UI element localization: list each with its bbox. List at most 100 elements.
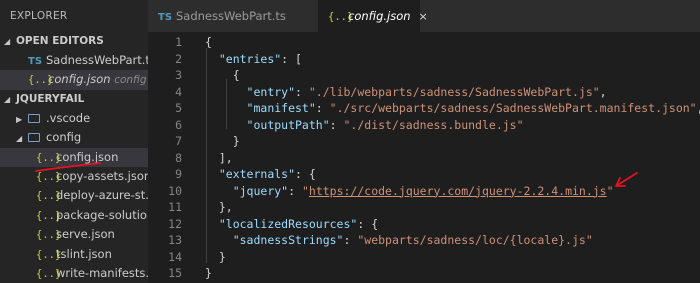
code-token: "entries" [218,51,282,66]
open-editor-item-config-json[interactable]: {..}config.json config [0,70,148,90]
code-line[interactable]: 5 "manifest": "./src/webparts/sadness/Sa… [148,100,700,117]
code-token: "jquery" [232,183,289,198]
chevron-right-icon: ▶ [16,114,23,124]
line-number: 4 [175,84,182,99]
line-number: 9 [175,167,182,181]
tree-item-package-solution[interactable]: {..}package-solutio... [0,206,148,225]
tree-item-deploy-azure[interactable]: {..}deploy-azure-st... [0,186,148,205]
code-text: "localizedResources": { [205,216,378,233]
tab-sadnesswebpart[interactable]: TS SadnessWebPart.ts [148,0,318,32]
tree-item-write-manifests[interactable]: {..}write-manifests.... [0,264,148,283]
code-line[interactable]: 7 } [148,133,700,150]
code-token: "sadnessStrings" [232,233,344,247]
code-line[interactable]: 12 "localizedResources": { [148,216,700,233]
code-link[interactable]: https://code.jquery.com/jquery-2.2.4.min… [309,184,607,198]
code-line[interactable]: 8 ], [148,150,700,167]
json-icon: {..} [328,11,354,23]
json-icon: {..} [28,74,54,87]
line-number: 8 [175,150,182,165]
code-text: } [205,133,240,150]
code-text: }, [205,199,233,216]
code-token: "localizedResources" [218,216,358,231]
close-icon[interactable]: × [419,10,428,23]
code-editor[interactable]: 1{2 "entries": [3 {4 "entry": "./lib/web… [148,32,700,283]
code-line[interactable]: 15} [148,265,700,282]
code-token: "./src/webparts/sadness/SadnessWebPart.m… [329,101,697,115]
tree-item-vscode[interactable]: ▶ .vscode [0,109,148,128]
code-token: } [205,266,212,280]
line-number: 6 [175,117,182,132]
json-icon: {..} [36,267,62,280]
tree-item-copy-assets[interactable]: {..}copy-assets.json [0,167,148,186]
code-line[interactable]: 9 "externals": { [148,166,700,183]
tab-label: config.json [348,9,411,23]
code-line[interactable]: 13 "sadnessStrings": "webparts/sadness/l… [148,232,700,249]
tree-item-label: package-solutio... [56,207,148,222]
code-line[interactable]: 4 "entry": "./lib/webparts/sadness/Sadne… [148,84,700,101]
code-token: : { [357,216,379,231]
json-icon: {..} [36,248,62,261]
code-token: : [ [281,51,302,66]
code-text: "externals": { [205,166,316,183]
code-token: }, [205,200,233,214]
line-number: 3 [175,68,182,82]
editor-tab-bar: TS SadnessWebPart.ts {..}config.json × [148,0,700,32]
code-line[interactable]: 2 "entries": [ [148,51,700,68]
code-token: : [329,117,344,132]
code-token: "manifest" [246,101,316,115]
code-line[interactable]: 6 "outputPath": "./dist/sadness.bundle.j… [148,117,700,134]
tree-item-serve[interactable]: {..}serve.json [0,225,148,244]
code-token: , [599,84,607,99]
open-editor-item-sadnesswebpart[interactable]: TSSadnessWebPart.t... [0,51,148,70]
json-icon: {..} [36,229,62,242]
code-line[interactable]: 11 }, [148,199,700,216]
code-token: "./dist/sadness.bundle.js" [343,117,524,132]
chevron-down-icon: ◢ [16,134,23,144]
tree-item-tslint[interactable]: {..}tslint.json [0,245,148,264]
line-number: 2 [175,51,182,66]
code-token: : [315,101,330,115]
code-token: ], [205,150,233,165]
code-token: , [697,101,700,115]
code-line[interactable]: 10 "jquery": "https://code.jquery.com/jq… [148,183,700,200]
code-token: "entry" [246,84,296,99]
code-text: } [205,265,212,282]
code-line[interactable]: 14 } [148,249,700,266]
code-line[interactable]: 3 { [148,67,700,84]
tree-item-label: .vscode [46,110,91,125]
code-token: { [205,35,212,49]
tree-item-config-json[interactable]: {..}config.json [0,147,148,167]
tree-item-label: config.json [56,149,119,164]
tree-item-config-folder[interactable]: ◢ config [0,128,148,147]
line-number: 15 [168,266,182,280]
folder-icon [28,113,40,123]
tree-item-label: config [46,130,82,145]
project-label: JQUERYFAIL [16,92,85,105]
code-line[interactable]: 1{ [148,34,700,51]
line-number: 13 [168,233,182,247]
tab-config-json[interactable]: {..}config.json × [318,0,428,32]
line-number: 7 [175,134,182,148]
code-text: "entries": [ [205,51,302,68]
line-number: 5 [175,101,182,115]
typescript-icon: TS [158,12,173,23]
tree-item-label: copy-assets.json [56,168,148,183]
typescript-icon: TS [28,56,43,67]
open-editors-label: OPEN EDITORS [16,35,104,47]
json-icon: {..} [36,151,62,164]
code-token: "webparts/sadness/loc/{locale}.js" [357,233,593,247]
line-number: 14 [168,249,182,264]
project-section[interactable]: ◢ JQUERYFAIL [0,90,148,109]
chevron-down-icon: ◢ [4,37,11,46]
chevron-down-icon: ◢ [4,94,11,104]
code-text: } [205,249,226,266]
open-editor-label: config.json [48,72,111,87]
open-editor-folder-hint: config [114,74,147,87]
open-editors-section[interactable]: ◢ OPEN EDITORS [0,32,148,51]
json-icon: {..} [36,190,62,203]
